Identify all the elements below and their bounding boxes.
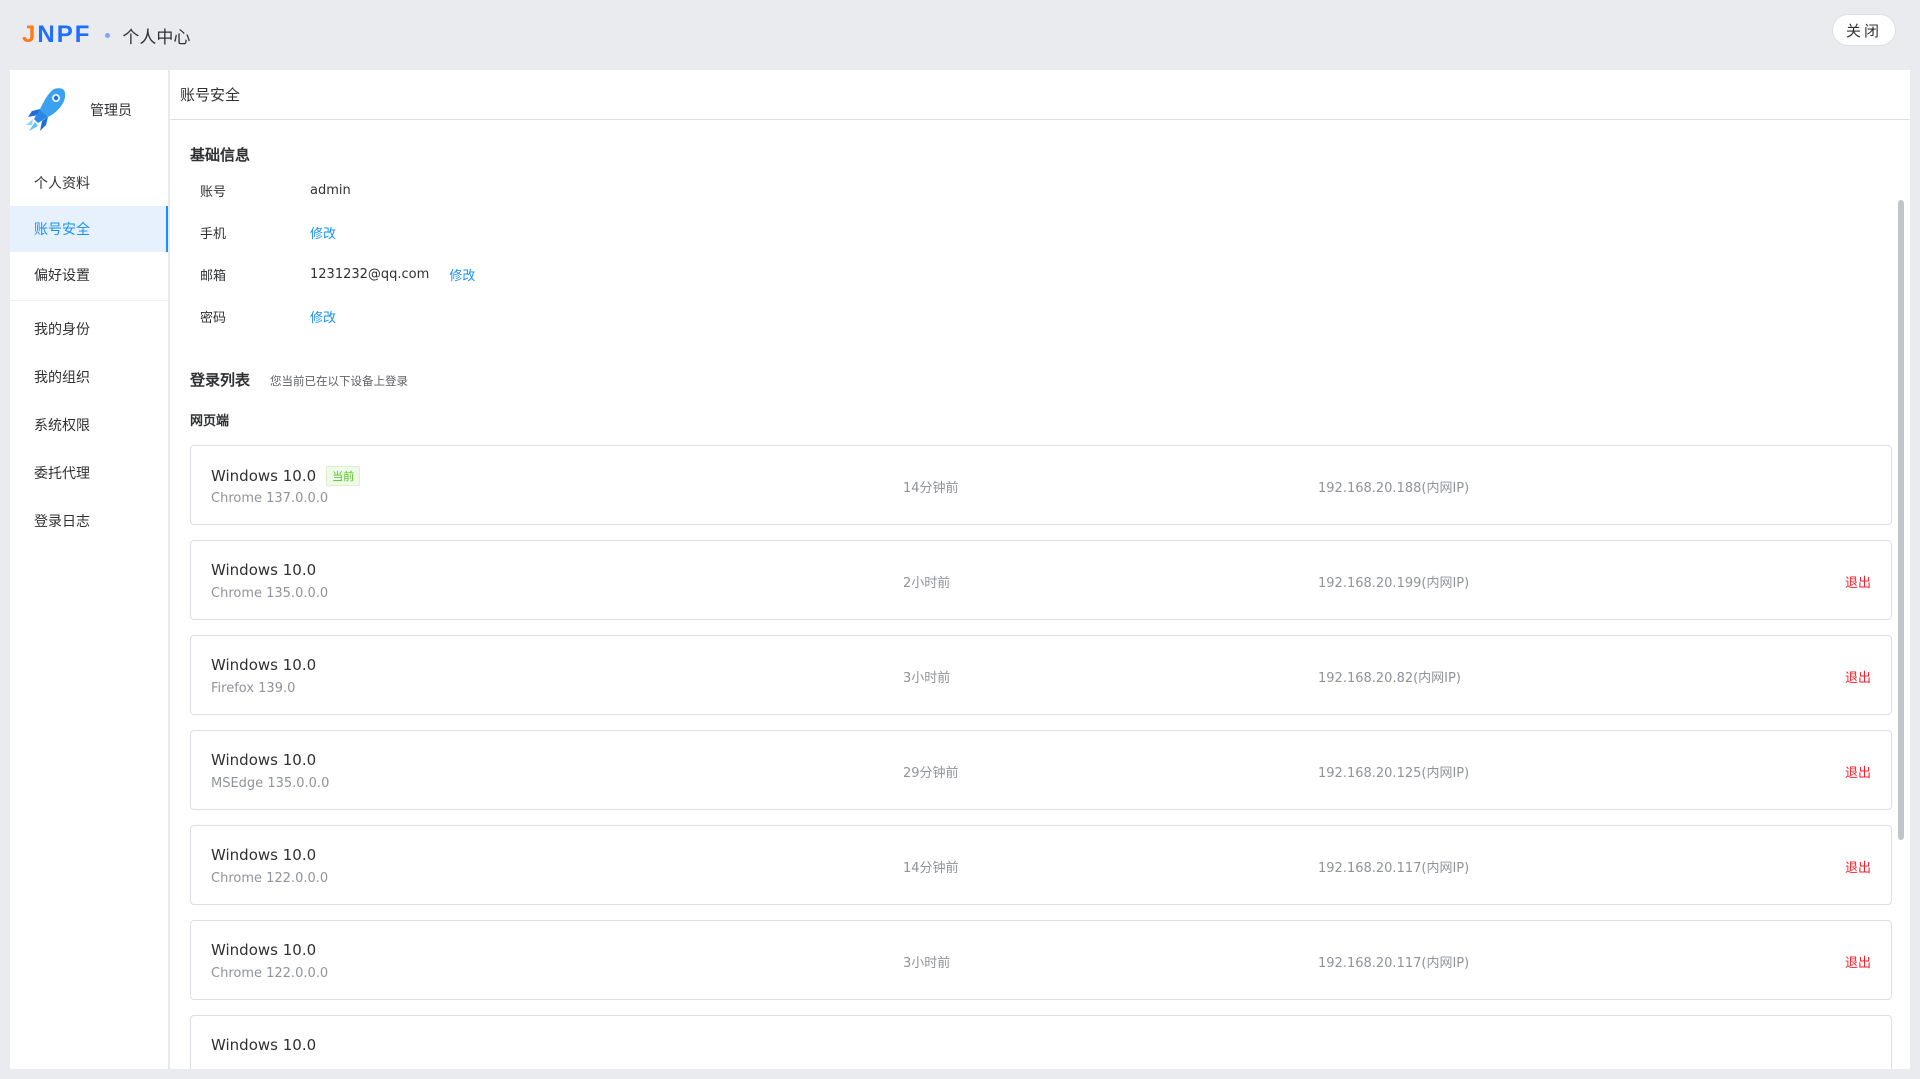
session-ip: 192.168.20.188(内网IP) <box>1318 481 1470 496</box>
sidebar-item-account-security[interactable]: 账号安全 <box>10 206 168 252</box>
email-value: 1231232@qq.com <box>310 266 430 282</box>
session-time: 29分钟前 <box>903 766 959 781</box>
account-value: admin <box>310 182 351 198</box>
session-ip: 192.168.20.125(内网IP) <box>1318 766 1470 781</box>
nav-divider <box>10 300 168 301</box>
profile-name: 管理员 <box>90 103 132 119</box>
session-card: Windows 10.0 当前 Chrome 137.0.0.0 14分钟前 1… <box>190 445 1892 525</box>
session-ip: 192.168.20.117(内网IP) <box>1318 861 1470 876</box>
session-browser: Chrome 137.0.0.0 <box>211 491 329 506</box>
session-browser: Chrome 122.0.0.0 <box>211 966 329 981</box>
sidebar-item-system-permissions[interactable]: 系统权限 <box>10 401 168 449</box>
session-time: 2小时前 <box>903 576 951 591</box>
session-browser: MSEdge 135.0.0.0 <box>211 776 330 791</box>
session-card: Windows 10.0 Chrome 135.0.0.0 2小时前 192.1… <box>190 540 1892 620</box>
current-session-badge: 当前 <box>326 466 361 486</box>
logo-letter-f: F <box>74 21 92 48</box>
session-logout-button[interactable]: 退出 <box>1845 952 1871 971</box>
session-os: Windows 10.0 当前 <box>211 466 361 486</box>
session-os: Windows 10.0 <box>211 656 317 674</box>
email-label: 邮箱 <box>200 268 227 284</box>
close-button[interactable]: 关闭 <box>1832 14 1896 46</box>
session-time: 3小时前 <box>903 671 951 686</box>
session-logout-button[interactable]: 退出 <box>1845 857 1871 876</box>
session-ip: 192.168.20.117(内网IP) <box>1318 956 1470 971</box>
sidebar-item-delegation[interactable]: 委托代理 <box>10 449 168 497</box>
login-list-title: 登录列表 <box>190 371 251 389</box>
logo-letter-n: N <box>37 21 57 48</box>
session-logout-button[interactable]: 退出 <box>1845 667 1871 686</box>
logo-letter-p: P <box>56 21 75 48</box>
sidebar: 管理员 个人资料 账号安全 偏好设置 我的身份 我的组织 系统权限 委托代理 登… <box>10 70 169 1069</box>
session-card: Windows 10.0 Chrome 122.0.0.0 14分钟前 192.… <box>190 825 1892 905</box>
info-row-password: 密码 修改 <box>190 295 1910 337</box>
session-os: Windows 10.0 <box>211 561 317 579</box>
basic-info-title: 基础信息 <box>190 146 251 164</box>
session-logout-button[interactable]: 退出 <box>1845 572 1871 591</box>
session-card: Windows 10.0 Firefox 139.0 3小时前 192.168.… <box>190 635 1892 715</box>
info-row-email: 邮箱 1231232@qq.com 修改 <box>190 253 1910 295</box>
session-os: Windows 10.0 <box>211 941 317 959</box>
session-card: Windows 10.0 Chrome 122.0.0.0 3小时前 192.1… <box>190 920 1892 1000</box>
login-list-subtitle: 您当前已在以下设备上登录 <box>270 374 409 388</box>
main-content: 基础信息 账号 admin 手机 修改 邮箱 1231232@qq.com 修改… <box>170 144 1910 1069</box>
info-row-account: 账号 admin <box>190 169 1910 211</box>
sidebar-item-my-organization[interactable]: 我的组织 <box>10 353 168 401</box>
session-ip: 192.168.20.199(内网IP) <box>1318 576 1470 591</box>
email-edit-link[interactable]: 修改 <box>449 265 475 284</box>
phone-edit-link[interactable]: 修改 <box>310 223 336 242</box>
sidebar-item-preferences[interactable]: 偏好设置 <box>10 252 168 298</box>
sidebar-item-profile[interactable]: 个人资料 <box>10 160 168 206</box>
rocket-avatar-icon <box>26 88 66 131</box>
session-ip: 192.168.20.82(内网IP) <box>1318 671 1461 686</box>
separator-dot <box>105 32 111 38</box>
session-list: Windows 10.0 当前 Chrome 137.0.0.0 14分钟前 1… <box>190 445 1910 1069</box>
password-label: 密码 <box>200 310 227 326</box>
scrollbar[interactable] <box>1898 200 1904 840</box>
login-list-header: 登录列表 您当前已在以下设备上登录 <box>190 369 1910 390</box>
nav-group-primary: 个人资料 账号安全 偏好设置 <box>10 150 168 298</box>
session-time: 14分钟前 <box>903 861 959 876</box>
session-card: Windows 10.0 MSEdge 135.0.0.0 29分钟前 192.… <box>190 730 1892 810</box>
main-panel-title: 账号安全 <box>170 70 1910 120</box>
session-browser: Chrome 135.0.0.0 <box>211 586 329 601</box>
basic-info-list: 账号 admin 手机 修改 邮箱 1231232@qq.com 修改 密码 修… <box>190 169 1910 337</box>
main-panel: 账号安全 基础信息 账号 admin 手机 修改 邮箱 1231232@qq.c… <box>170 70 1910 1069</box>
sidebar-item-login-log[interactable]: 登录日志 <box>10 497 168 545</box>
session-time: 3小时前 <box>903 956 951 971</box>
logo-letter-j: J <box>22 21 38 48</box>
account-label: 账号 <box>200 184 227 200</box>
page-title: 个人中心 <box>122 27 191 48</box>
password-edit-link[interactable]: 修改 <box>310 307 336 326</box>
session-os: Windows 10.0 <box>211 1036 317 1054</box>
session-os: Windows 10.0 <box>211 846 317 864</box>
session-os: Windows 10.0 <box>211 751 317 769</box>
sidebar-item-my-identity[interactable]: 我的身份 <box>10 305 168 353</box>
session-os-label: Windows 10.0 <box>211 467 317 485</box>
phone-label: 手机 <box>200 226 227 242</box>
app-logo: J N P F <box>22 21 91 49</box>
info-row-phone: 手机 修改 <box>190 211 1910 253</box>
session-card: Windows 10.0 <box>190 1015 1892 1069</box>
profile-block: 管理员 <box>10 70 168 150</box>
web-client-title: 网页端 <box>190 414 230 429</box>
session-time: 14分钟前 <box>903 481 959 496</box>
session-logout-button[interactable]: 退出 <box>1845 762 1871 781</box>
top-header: J N P F 个人中心 关闭 <box>0 0 1920 70</box>
session-browser: Firefox 139.0 <box>211 681 296 696</box>
session-browser: Chrome 122.0.0.0 <box>211 871 329 886</box>
nav-group-secondary: 我的身份 我的组织 系统权限 委托代理 登录日志 <box>10 305 168 545</box>
